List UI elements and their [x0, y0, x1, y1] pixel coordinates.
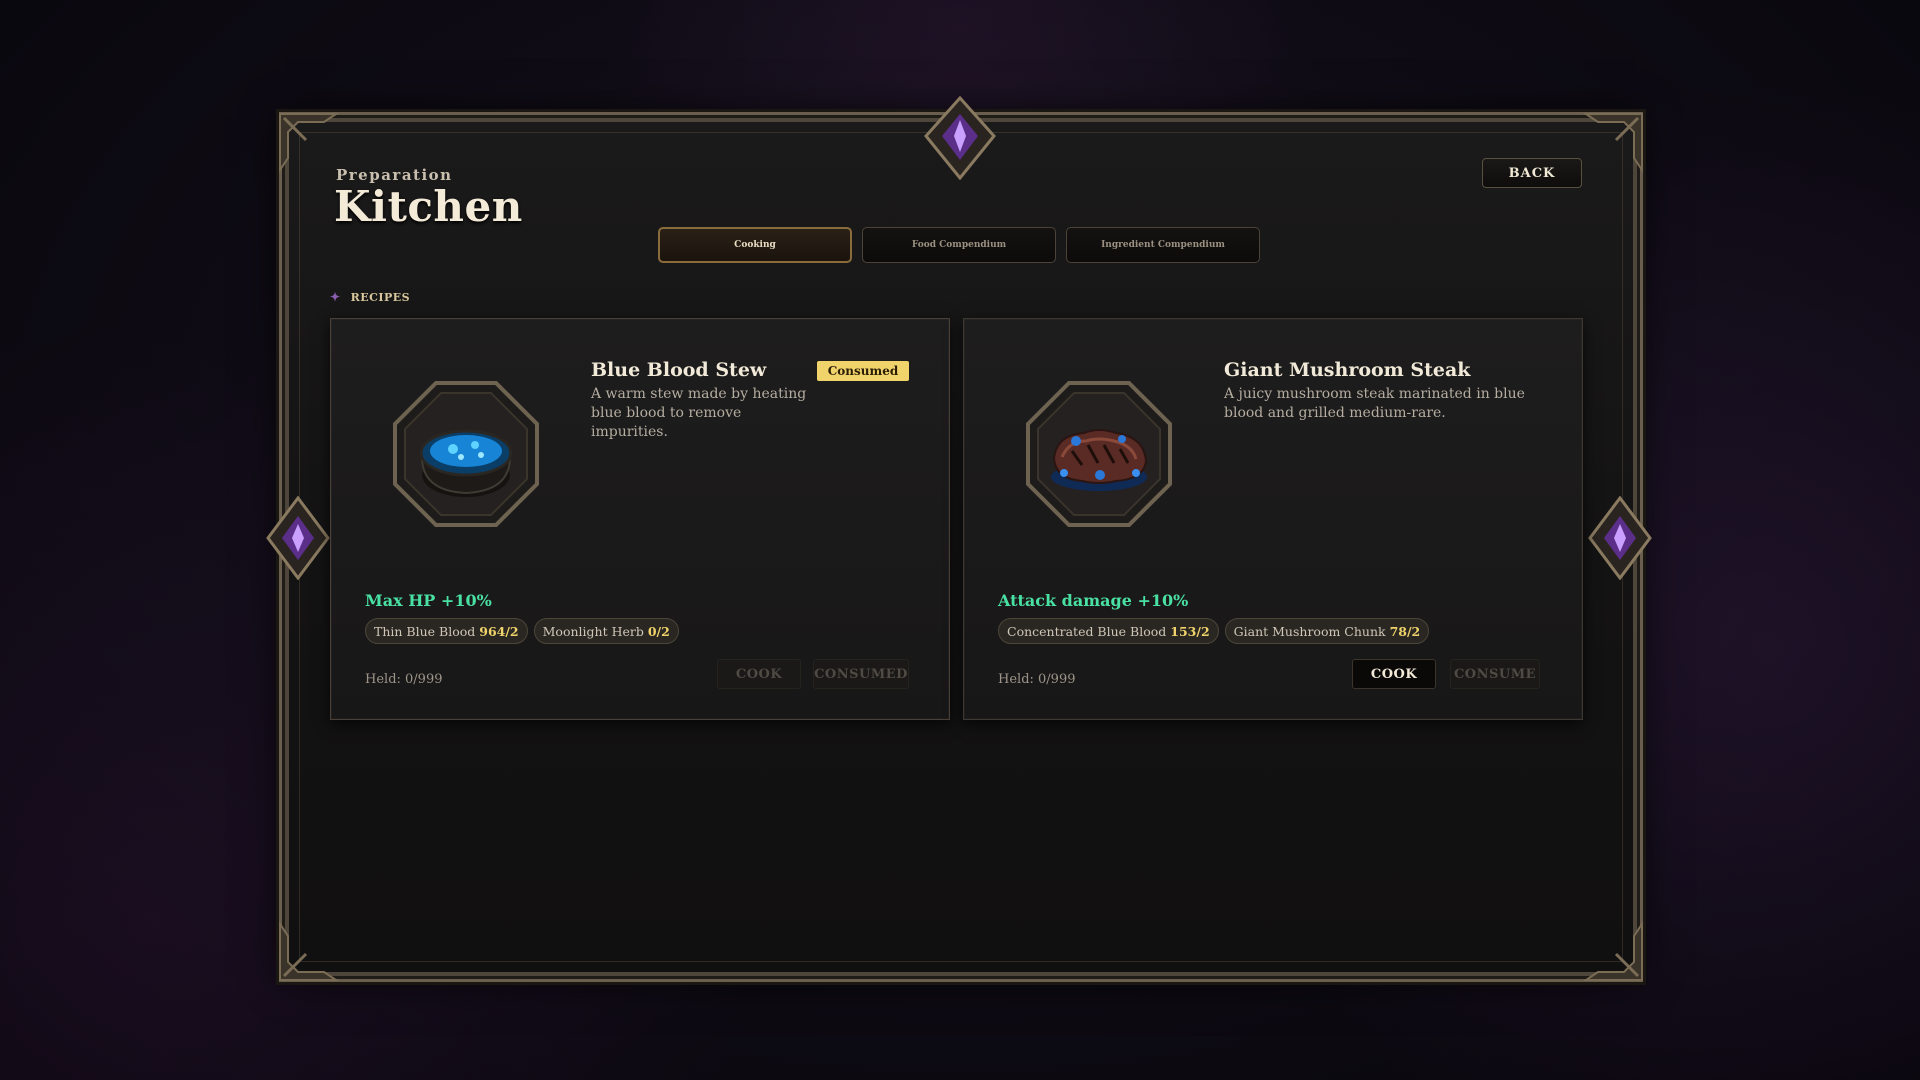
recipes-section-header: ✦ RECIPES [330, 290, 410, 304]
ingredient-list: Thin Blue Blood 964/2 Moonlight Herb 0/2 [365, 618, 679, 644]
recipe-description: A juicy mushroom steak marinated in blue… [1224, 386, 1525, 421]
ingredient-chip: Giant Mushroom Chunk 78/2 [1224, 618, 1430, 644]
ingredient-name: Giant Mushroom Chunk [1233, 623, 1386, 639]
recipe-card[interactable]: Giant Mushroom Steak A juicy mushroom st… [963, 318, 1583, 720]
ingredient-chip: Concentrated Blue Blood 153/2 [998, 618, 1219, 644]
ingredient-qty: 964/2 [479, 623, 519, 639]
recipe-card[interactable]: Blue Blood Stew Consumed A warm stew mad… [330, 318, 950, 720]
recipe-effect: Attack damage +10% [998, 591, 1189, 610]
page-title: Kitchen [334, 182, 523, 231]
tab-bar: Cooking Food Compendium Ingredient Compe… [658, 227, 1260, 263]
recipe-name: Giant Mushroom Steak [1224, 359, 1471, 381]
consume-button[interactable]: CONSUMED [813, 659, 909, 689]
held-count: Held: 0/999 [998, 672, 1076, 687]
tab-food-compendium[interactable]: Food Compendium [862, 227, 1056, 263]
ingredient-qty: 78/2 [1389, 623, 1421, 639]
cook-button[interactable]: COOK [717, 659, 801, 689]
cook-button[interactable]: COOK [1352, 659, 1436, 689]
consumed-badge: Consumed [817, 361, 909, 381]
recipe-name: Blue Blood Stew [591, 359, 767, 381]
section-label: RECIPES [350, 290, 411, 304]
corner-ornament-icon [1566, 904, 1646, 984]
sparkle-icon: ✦ [330, 290, 341, 304]
ingredient-qty: 0/2 [647, 623, 670, 639]
ingredient-name: Concentrated Blue Blood [1007, 623, 1167, 639]
ingredient-list: Concentrated Blue Blood 153/2 Giant Mush… [998, 618, 1430, 644]
ingredient-chip: Thin Blue Blood 964/2 [365, 618, 528, 644]
recipe-description: A warm stew made by heating blue blood t… [591, 386, 807, 440]
tab-ingredient-compendium[interactable]: Ingredient Compendium [1066, 227, 1260, 263]
mushroom-steak-icon [1024, 379, 1174, 529]
ingredient-name: Moonlight Herb [542, 623, 644, 639]
ingredient-name: Thin Blue Blood [374, 623, 476, 639]
stew-pot-icon [391, 379, 541, 529]
top-gem-icon [922, 96, 998, 180]
right-gem-icon [1588, 496, 1652, 580]
consume-button[interactable]: CONSUME [1450, 659, 1540, 689]
recipe-effect: Max HP +10% [365, 591, 492, 610]
ingredient-qty: 153/2 [1170, 623, 1210, 639]
ingredient-chip: Moonlight Herb 0/2 [533, 618, 679, 644]
corner-ornament-icon [276, 904, 356, 984]
held-count: Held: 0/999 [365, 672, 443, 687]
back-button[interactable]: BACK [1482, 158, 1582, 188]
tab-cooking[interactable]: Cooking [658, 227, 852, 263]
left-gem-icon [266, 496, 330, 580]
